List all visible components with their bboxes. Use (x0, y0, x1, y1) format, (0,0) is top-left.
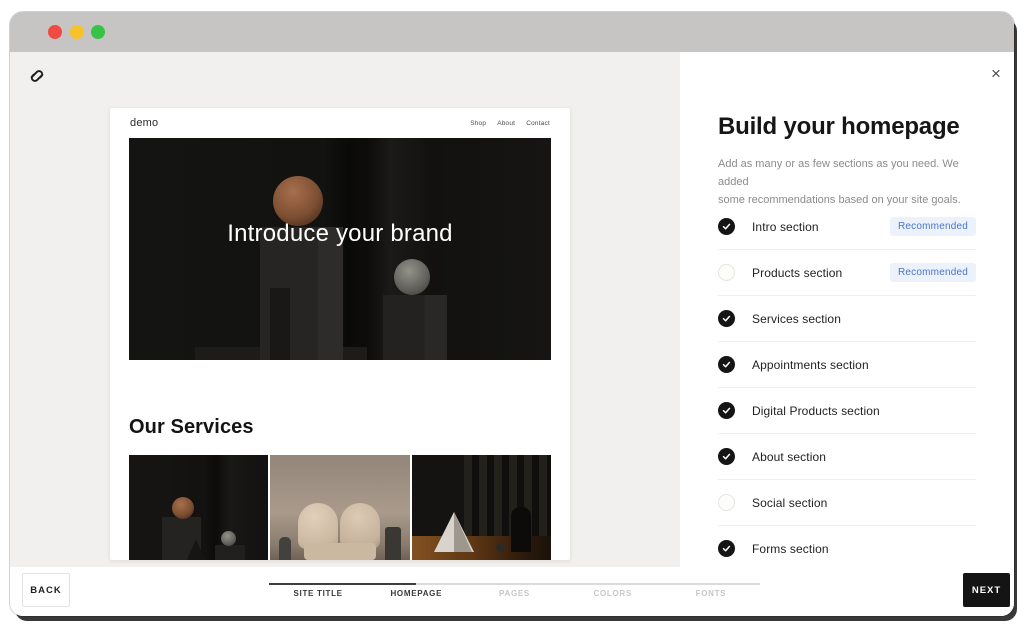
section-row-products-section[interactable]: Products section Recommended (718, 250, 976, 296)
service-thumb-armchair (270, 455, 409, 560)
window-minimize-icon[interactable] (70, 25, 84, 39)
checkbox-checked[interactable] (718, 310, 735, 327)
preview-nav-link-shop: Shop (470, 120, 486, 127)
window-maximize-icon[interactable] (91, 25, 105, 39)
section-row-social-section[interactable]: Social section (718, 480, 976, 526)
squarespace-logo-icon (26, 65, 48, 87)
hero-pedestal-front (270, 288, 290, 360)
preview-site-title: demo (130, 117, 158, 129)
recommended-badge: Recommended (890, 263, 976, 282)
check-icon (722, 314, 731, 323)
service-thumb-spheres (129, 455, 268, 560)
browser-window: demo Shop About Contact Introduce your bra… (10, 12, 1014, 616)
services-thumbnails (129, 455, 551, 560)
section-label: Intro section (752, 220, 819, 234)
section-label: About section (752, 450, 826, 464)
section-row-digital-products-section[interactable]: Digital Products section (718, 388, 976, 434)
service-thumb-pyramid (412, 455, 551, 560)
close-icon[interactable]: × (986, 64, 1006, 84)
section-list: Intro sectionRecommendedProducts section… (718, 204, 976, 572)
preview-hero-image: Introduce your brand (129, 138, 551, 360)
section-label: Services section (752, 312, 841, 326)
section-label: Appointments section (752, 358, 869, 372)
section-row-forms-section[interactable]: Forms section (718, 526, 976, 572)
check-icon (722, 452, 731, 461)
step-pages: PAGES (465, 589, 563, 598)
section-label: Forms section (752, 542, 829, 556)
checkbox-checked[interactable] (718, 448, 735, 465)
window-close-icon[interactable] (48, 25, 62, 39)
hero-heading: Introduce your brand (129, 220, 551, 248)
panel-subtitle: Add as many or as few sections as you ne… (718, 155, 978, 209)
hero-copper-sphere (273, 176, 323, 226)
step-colors: COLORS (564, 589, 662, 598)
services-heading: Our Services (129, 416, 254, 439)
hero-pedestal-small (383, 295, 447, 360)
panel-subtitle-line1: Add as many or as few sections as you ne… (718, 155, 978, 191)
checkbox-checked[interactable] (718, 218, 735, 235)
build-homepage-panel: × Build your homepage Add as many or as … (680, 52, 1014, 616)
next-button[interactable]: NEXT (963, 573, 1010, 607)
section-row-services-section[interactable]: Services section (718, 296, 976, 342)
progress-fill (269, 583, 416, 585)
checkbox-checked[interactable] (718, 356, 735, 373)
stepper: SITE TITLEHOMEPAGEPAGESCOLORSFONTS (269, 589, 760, 598)
section-label: Social section (752, 496, 827, 510)
check-icon (722, 222, 731, 231)
checkbox-unchecked[interactable] (718, 494, 735, 511)
progress-track (269, 583, 760, 585)
step-fonts: FONTS (662, 589, 760, 598)
section-label: Digital Products section (752, 404, 880, 418)
section-row-about-section[interactable]: About section (718, 434, 976, 480)
recommended-badge: Recommended (890, 217, 976, 236)
checkbox-checked[interactable] (718, 402, 735, 419)
preview-nav-link-about: About (497, 120, 515, 127)
check-icon (722, 544, 731, 553)
step-homepage: HOMEPAGE (367, 589, 465, 598)
screenshot-stage: demo Shop About Contact Introduce your bra… (0, 0, 1024, 631)
checkbox-unchecked[interactable] (718, 264, 735, 281)
hero-gray-sphere (394, 259, 430, 295)
step-site-title: SITE TITLE (269, 589, 367, 598)
preview-nav-link-contact: Contact (526, 120, 550, 127)
section-row-intro-section[interactable]: Intro section Recommended (718, 204, 976, 250)
window-body: demo Shop About Contact Introduce your bra… (10, 52, 1014, 616)
section-row-appointments-section[interactable]: Appointments section (718, 342, 976, 388)
check-icon (722, 406, 731, 415)
preview-nav: Shop About Contact (470, 120, 550, 127)
checkbox-checked[interactable] (718, 540, 735, 557)
window-titlebar (10, 12, 1014, 52)
footer-bar: BACK SITE TITLEHOMEPAGEPAGESCOLORSFONTS … (10, 567, 1014, 616)
back-button[interactable]: BACK (22, 573, 70, 607)
site-preview-card: demo Shop About Contact Introduce your bra… (110, 108, 570, 560)
preview-header: demo Shop About Contact (110, 108, 570, 138)
check-icon (722, 360, 731, 369)
panel-title: Build your homepage (718, 113, 960, 141)
section-label: Products section (752, 266, 842, 280)
